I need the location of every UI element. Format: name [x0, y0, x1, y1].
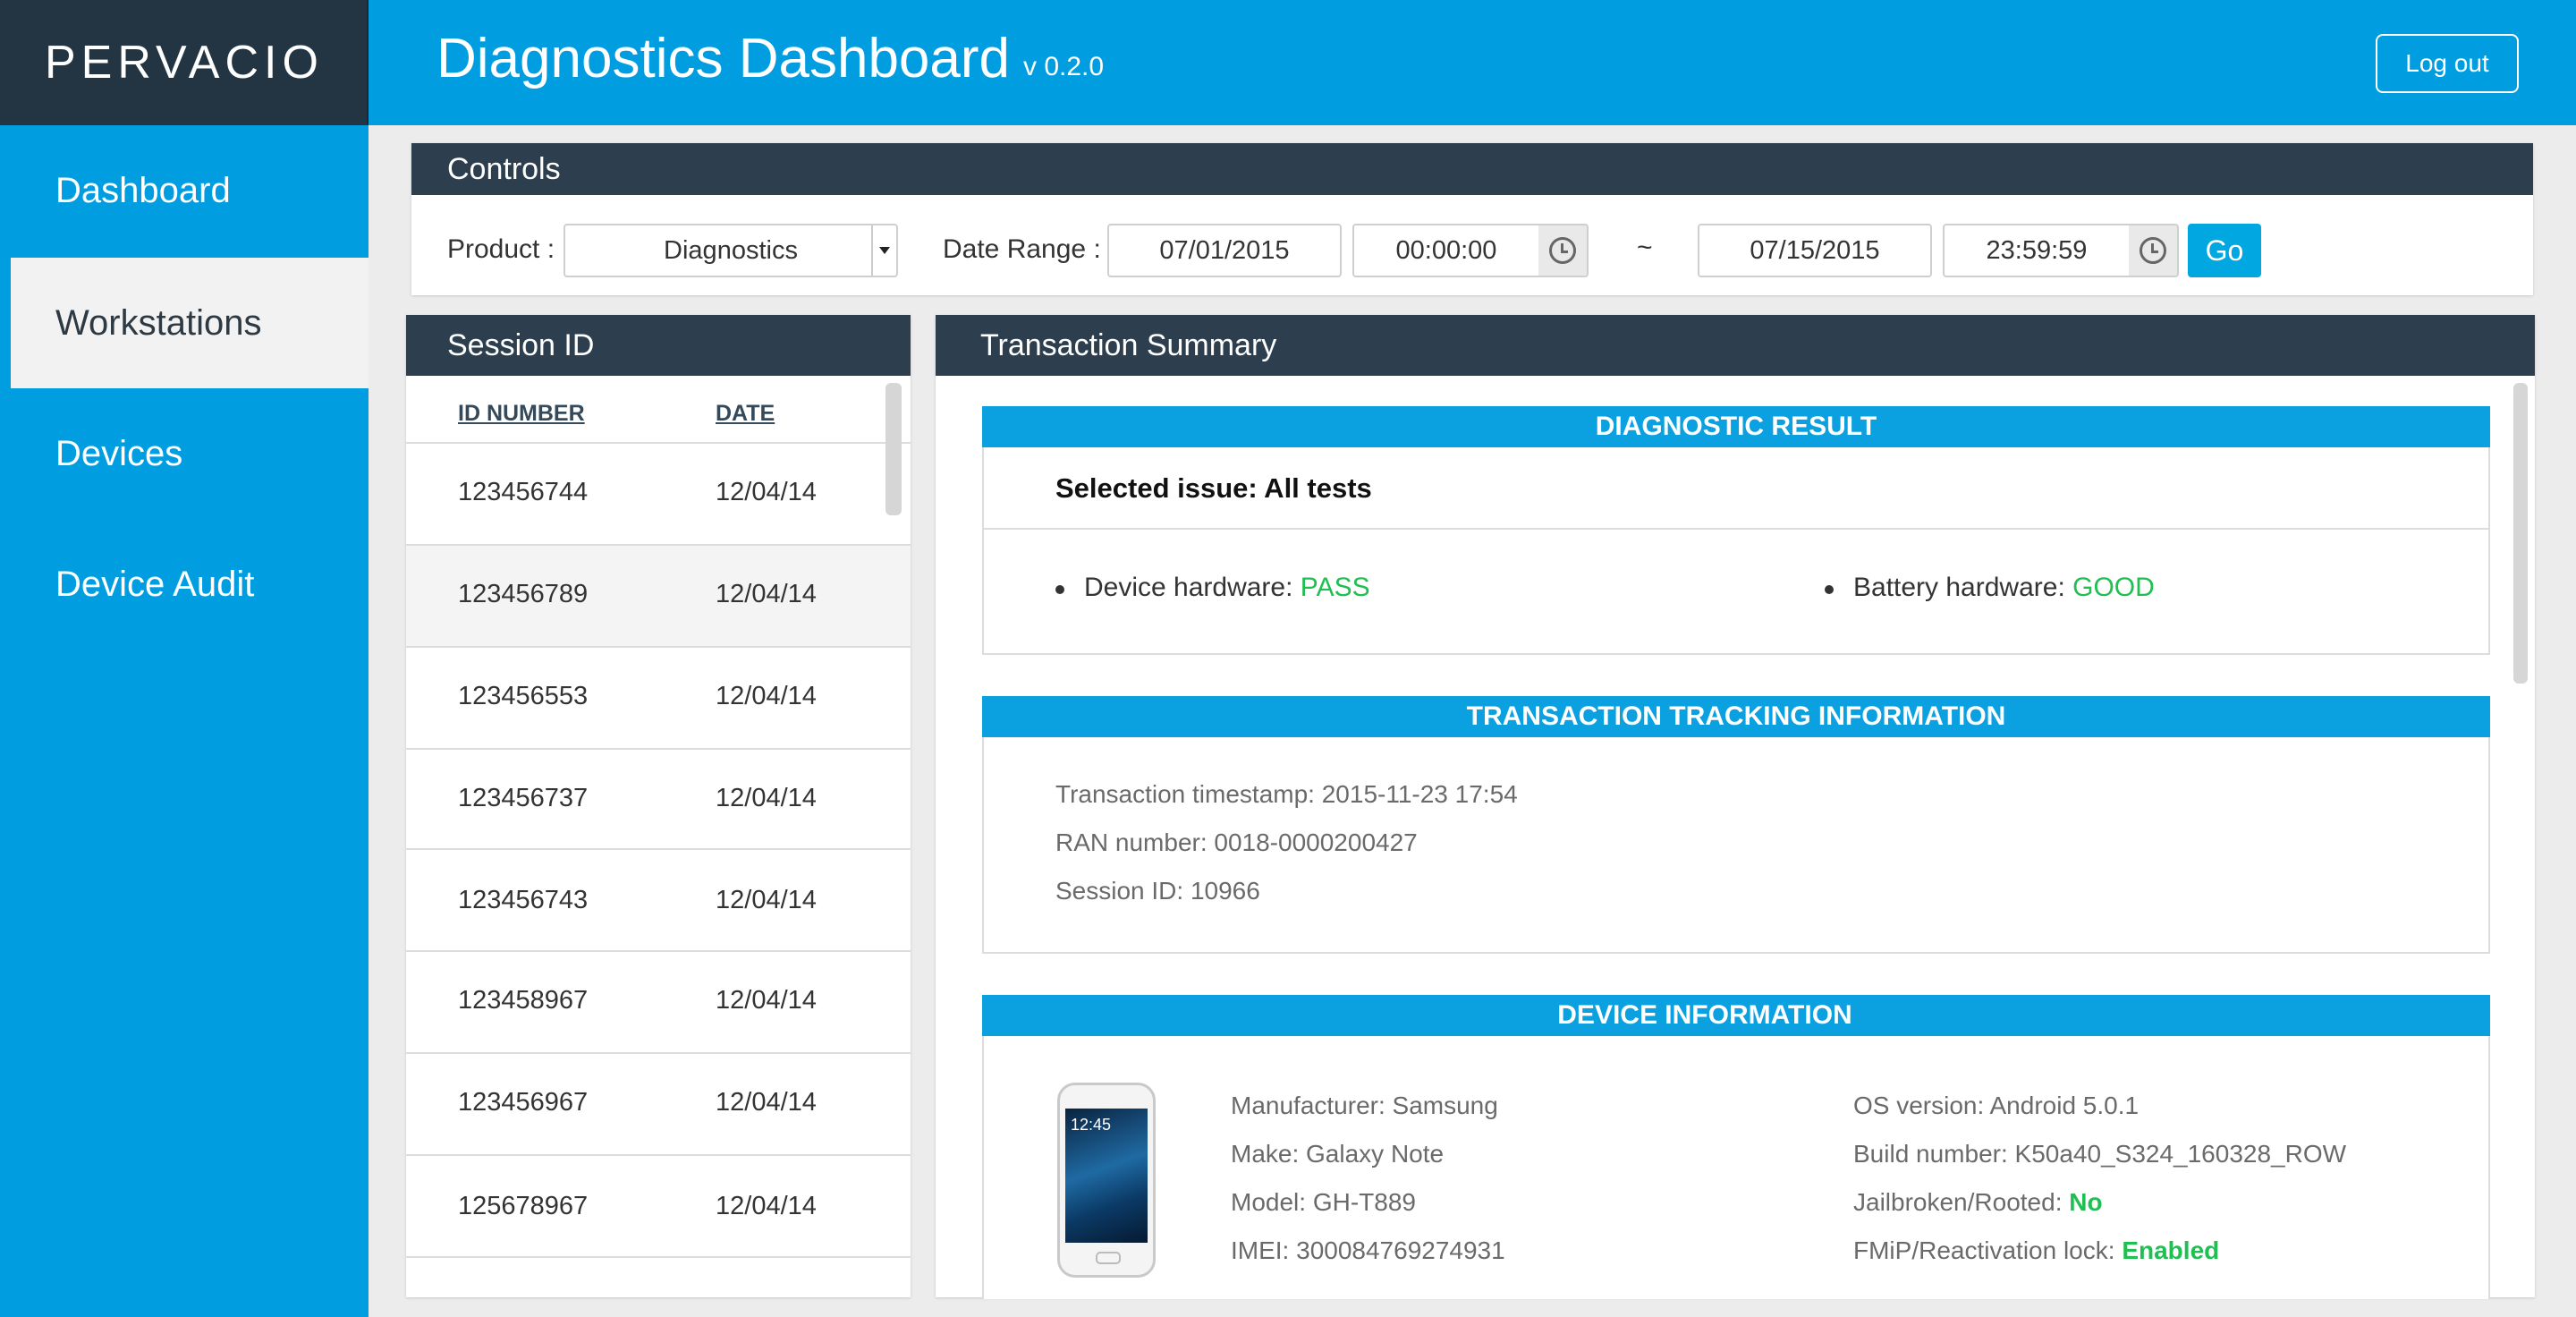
- phone-image: 12:45: [1057, 1083, 1156, 1278]
- jailbroken-value: No: [2069, 1188, 2103, 1216]
- app-version: v 0.2.0: [1023, 52, 1105, 81]
- jailbroken-status: Jailbroken/Rooted: No: [1853, 1188, 2103, 1217]
- fmip-value: Enabled: [2122, 1236, 2220, 1264]
- table-row[interactable]: 123456789 12/04/14: [406, 546, 911, 646]
- ran-number: RAN number: 0018-0000200427: [1055, 828, 1418, 856]
- battery-hardware-status: Battery hardware: GOOD: [1853, 573, 2155, 603]
- row-date: 12/04/14: [716, 580, 817, 608]
- row-id: 123456553: [458, 682, 589, 710]
- row-id: 123456743: [458, 886, 589, 914]
- session-id: Session ID: 10966: [1055, 877, 1260, 905]
- sidebar-item-label: Device Audit: [55, 564, 255, 604]
- row-date: 12/04/14: [716, 784, 817, 812]
- row-id: 125678967: [458, 1192, 589, 1220]
- jailbroken-label: Jailbroken/Rooted:: [1853, 1188, 2063, 1216]
- start-time-input[interactable]: 00:00:00: [1352, 224, 1540, 277]
- table-row[interactable]: 123456967 12/04/14: [406, 1054, 911, 1154]
- divider: [406, 848, 911, 850]
- phone-home-button: [1096, 1252, 1121, 1264]
- row-date: 12/04/14: [716, 682, 817, 710]
- sidebar-item-dashboard[interactable]: Dashboard: [0, 125, 369, 256]
- controls-title: Controls: [411, 143, 2533, 195]
- os-version: OS version: Android 5.0.1: [1853, 1092, 2140, 1119]
- table-row[interactable]: 123458967 12/04/14: [406, 952, 911, 1052]
- product-label: Product :: [447, 234, 555, 264]
- chevron-down-icon: [871, 225, 896, 276]
- make: Make: Galaxy Note: [1231, 1140, 1445, 1168]
- sidebar: Dashboard Workstations Devices Device Au…: [0, 125, 369, 1317]
- fmip-label: FMiP/Reactivation lock:: [1853, 1236, 2115, 1264]
- row-id: 123456737: [458, 784, 589, 812]
- selected-issue: Selected issue: All tests: [1055, 472, 1372, 504]
- end-date-input[interactable]: 07/15/2015: [1698, 224, 1932, 277]
- clock-icon: [2140, 237, 2166, 264]
- product-select[interactable]: Diagnostics: [564, 224, 898, 277]
- row-id: 123456744: [458, 478, 589, 506]
- device-hardware-label: Device hardware:: [1084, 573, 1293, 602]
- clock-icon: [1549, 237, 1576, 264]
- bullet-icon: [1055, 585, 1064, 594]
- table-row[interactable]: 123456553 12/04/14: [406, 648, 911, 748]
- transaction-tracking-heading: TRANSACTION TRACKING INFORMATION: [982, 696, 2490, 737]
- logout-button[interactable]: Log out: [2376, 34, 2519, 93]
- phone-time: 12:45: [1071, 1116, 1112, 1134]
- build-number: Build number: K50a40_S324_160328_ROW: [1853, 1140, 2347, 1168]
- date-range-separator: ~: [1637, 233, 1653, 262]
- device-information-heading-text: DEVICE INFORMATION: [1557, 1000, 1852, 1030]
- row-id: 123456967: [458, 1088, 589, 1117]
- imei: IMEI: 300084769274931: [1231, 1236, 1505, 1264]
- start-time-picker-button[interactable]: [1538, 224, 1589, 277]
- column-header-date[interactable]: DATE: [716, 401, 775, 427]
- sidebar-item-devices[interactable]: Devices: [0, 388, 369, 519]
- summary-scrollbar[interactable]: [2513, 383, 2528, 684]
- top-bar: Diagnostics Dashboard v 0.2.0 Log out: [369, 0, 2576, 125]
- diagnostic-result-heading: DIAGNOSTIC RESULT: [982, 406, 2490, 447]
- divider: [984, 528, 2488, 530]
- battery-hardware-label: Battery hardware:: [1853, 573, 2065, 602]
- row-date: 12/04/14: [716, 1088, 817, 1117]
- sidebar-item-device-audit[interactable]: Device Audit: [0, 519, 369, 650]
- go-button[interactable]: Go: [2188, 224, 2261, 277]
- table-row[interactable]: 123456737 12/04/14: [406, 750, 911, 850]
- table-row[interactable]: 125678967 12/04/14: [406, 1158, 911, 1258]
- sidebar-item-label: Devices: [55, 433, 183, 473]
- divider: [406, 1154, 911, 1156]
- date-range-label: Date Range :: [943, 234, 1101, 264]
- model: Model: GH-T889: [1231, 1188, 1416, 1216]
- phone-screen: 12:45: [1065, 1109, 1148, 1243]
- manufacturer: Manufacturer: Samsung: [1231, 1092, 1498, 1119]
- row-date: 12/04/14: [716, 478, 817, 506]
- row-id: 123458967: [458, 986, 589, 1015]
- table-row[interactable]: 123456743 12/04/14: [406, 852, 911, 952]
- sidebar-item-label: Workstations: [55, 302, 262, 343]
- device-hardware-value: PASS: [1300, 573, 1370, 602]
- row-id: 123456789: [458, 580, 589, 608]
- divider: [406, 1256, 911, 1258]
- row-date: 12/04/14: [716, 886, 817, 914]
- pervacio-logo: PERVACIO: [45, 37, 324, 89]
- logo-area: PERVACIO: [0, 0, 369, 125]
- session-scrollbar[interactable]: [886, 383, 902, 515]
- fmip-status: FMiP/Reactivation lock: Enabled: [1853, 1236, 2219, 1265]
- app-title: Diagnostics Dashboard: [436, 28, 1011, 89]
- product-select-value: Diagnostics: [664, 235, 798, 265]
- row-date: 12/04/14: [716, 1192, 817, 1220]
- row-date: 12/04/14: [716, 986, 817, 1015]
- sidebar-item-label: Dashboard: [55, 170, 231, 210]
- battery-hardware-value: GOOD: [2072, 573, 2155, 602]
- transaction-summary-title: Transaction Summary: [936, 315, 2535, 376]
- device-hardware-status: Device hardware: PASS: [1084, 573, 1370, 603]
- session-title: Session ID: [406, 315, 911, 376]
- table-row[interactable]: 123456744 12/04/14: [406, 444, 911, 544]
- sidebar-item-workstations[interactable]: Workstations: [11, 258, 369, 388]
- transaction-timestamp: Transaction timestamp: 2015-11-23 17:54: [1055, 780, 1518, 808]
- column-header-id[interactable]: ID NUMBER: [458, 401, 585, 427]
- start-date-input[interactable]: 07/01/2015: [1107, 224, 1342, 277]
- end-time-input[interactable]: 23:59:59: [1943, 224, 2131, 277]
- end-time-picker-button[interactable]: [2129, 224, 2179, 277]
- device-information-heading: DEVICE INFORMATION: [982, 995, 2490, 1036]
- bullet-icon: [1825, 585, 1834, 594]
